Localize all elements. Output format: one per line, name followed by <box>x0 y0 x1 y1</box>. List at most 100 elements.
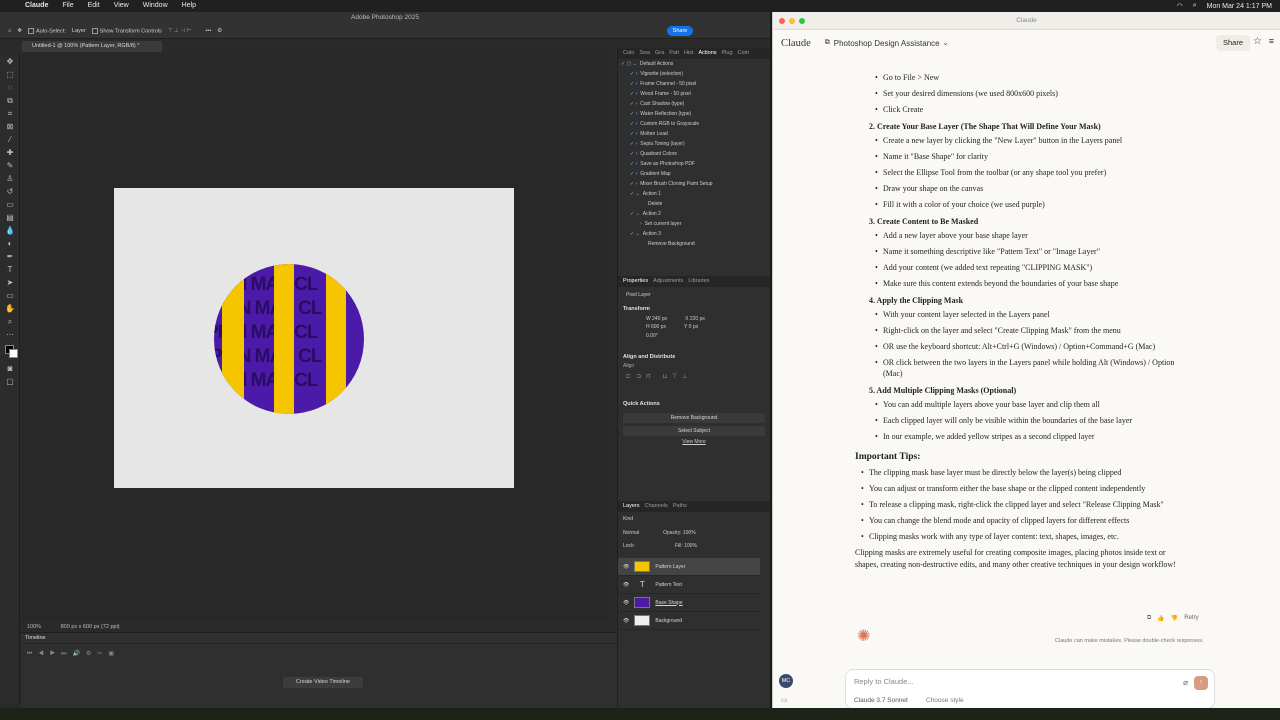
action-item[interactable]: ✓ ⌄ Action 2 <box>618 209 770 219</box>
ps-share-button[interactable]: Share <box>667 26 693 36</box>
project-title[interactable]: Photoshop Design Assistance <box>834 39 940 48</box>
menu-file[interactable]: File <box>55 0 80 12</box>
tab-adjustments[interactable]: Adjustments <box>653 276 683 287</box>
tab-libraries[interactable]: Libraries <box>688 276 709 287</box>
brush-icon[interactable]: ✎ <box>4 161 16 171</box>
layer-row-base-shape[interactable]: 👁 Base Shape <box>618 594 760 612</box>
menu-app-name[interactable]: Claude <box>18 0 55 12</box>
eye-icon[interactable]: 👁 <box>623 564 629 570</box>
align-icons[interactable]: ⊏⊐⊓ ⊔⊤⊥ <box>618 369 770 384</box>
eye-icon[interactable]: 👁 <box>623 582 629 588</box>
settings-icon[interactable]: ⚙ <box>217 28 222 34</box>
tab-paths[interactable]: Paths <box>673 501 687 512</box>
dodge-icon[interactable]: ◐ <box>4 239 16 249</box>
layer-row-background[interactable]: 👁 Background <box>618 612 760 630</box>
home-icon[interactable]: ⌂ <box>8 28 11 34</box>
action-item[interactable]: ✓ ▢ ⌄ Default Actions <box>618 59 770 69</box>
tab-layers[interactable]: Layers <box>623 501 640 512</box>
select-subject-button[interactable]: Select Subject <box>623 426 765 436</box>
search-icon[interactable]: ⌕ <box>1193 2 1197 10</box>
action-item[interactable]: ✓ › Quadrant Colors <box>618 149 770 159</box>
action-item[interactable]: Delete <box>618 199 770 209</box>
tab-properties[interactable]: Properties <box>623 276 648 287</box>
tab-plugins[interactable]: Plug <box>722 48 733 59</box>
action-item[interactable]: ✓ ⌄ Action 3 <box>618 229 770 239</box>
shape-icon[interactable]: ▭ <box>4 291 16 301</box>
transform-section[interactable]: Transform <box>618 303 770 315</box>
more-icon[interactable]: ••• <box>205 28 211 34</box>
object-select-icon[interactable]: ⧉ <box>4 96 16 106</box>
retry-button[interactable]: Retry <box>1184 615 1198 622</box>
timeline-controls[interactable]: ⏮◀▶⏭🔊⚙✂▣ <box>21 644 617 664</box>
tab-comments[interactable]: Com <box>738 48 750 59</box>
eye-icon[interactable]: 👁 <box>623 600 629 606</box>
tab-actions[interactable]: Actions <box>698 48 716 59</box>
action-item[interactable]: ✓ ⌄ Action 1 <box>618 189 770 199</box>
style-selector[interactable]: Choose style <box>926 697 964 704</box>
sidebar-toggle-icon[interactable]: ▭ <box>781 696 788 704</box>
attach-icon[interactable]: ⌀ <box>1183 678 1188 687</box>
document-tab[interactable]: Untitled-1 @ 100% (Pattern Layer, RGB/8)… <box>22 41 162 52</box>
y-field[interactable]: Y 0 px <box>684 324 698 330</box>
action-item[interactable]: ✓ › Cast Shadow (type) <box>618 99 770 109</box>
create-video-timeline-button[interactable]: Create Video Timeline <box>283 677 363 688</box>
thumbs-up-icon[interactable]: 👍 <box>1157 615 1164 622</box>
zoom-icon[interactable]: ⌕ <box>4 317 16 327</box>
minimize-button[interactable] <box>789 18 795 24</box>
action-item[interactable]: ✓ › Save as Photoshop PDF <box>618 159 770 169</box>
view-more-link[interactable]: View More <box>618 439 770 445</box>
chevron-down-icon[interactable]: ⌄ <box>943 39 949 47</box>
tab-channels[interactable]: Channels <box>645 501 668 512</box>
wifi-icon[interactable]: ◠ <box>1177 2 1183 10</box>
marquee-icon[interactable]: ⬚ <box>4 70 16 80</box>
history-brush-icon[interactable]: ↺ <box>4 187 16 197</box>
thumbs-down-icon[interactable]: 👎 <box>1171 615 1178 622</box>
crop-icon[interactable]: ⌗ <box>4 109 16 119</box>
tab-gradients[interactable]: Gra <box>655 48 664 59</box>
menu-view[interactable]: View <box>107 0 136 12</box>
action-item[interactable]: ✓ › Gradient Map <box>618 169 770 179</box>
frame-icon[interactable]: ⊠ <box>4 122 16 132</box>
lasso-icon[interactable]: ◌ <box>4 83 16 93</box>
doc-size[interactable]: 800 px x 600 px (72 ppi) <box>61 624 120 630</box>
pen-icon[interactable]: ✒ <box>4 252 16 262</box>
hand-icon[interactable]: ✋ <box>4 304 16 314</box>
zoom-level[interactable]: 100% <box>27 624 41 630</box>
path-select-icon[interactable]: ➤ <box>4 278 16 288</box>
reply-box[interactable]: Reply to Claude... ⌀ ↑ Claude 3.7 Sonnet… <box>845 669 1215 709</box>
action-item[interactable]: ✓ › Custom RGB to Grayscale <box>618 119 770 129</box>
height-field[interactable]: H 600 px <box>646 324 666 330</box>
more-tools-icon[interactable]: ⋯ <box>4 330 16 340</box>
action-item[interactable]: ✓ › Vignette (selection) <box>618 69 770 79</box>
blur-icon[interactable]: 💧 <box>4 226 16 236</box>
eyedropper-icon[interactable]: ⁄ <box>4 135 16 145</box>
action-item[interactable]: Remove Background <box>618 239 770 249</box>
copy-icon[interactable]: ⧉ <box>1147 615 1151 622</box>
menu-edit[interactable]: Edit <box>81 0 107 12</box>
action-item[interactable]: › Set current layer <box>618 219 770 229</box>
tab-swatches[interactable]: Swa <box>639 48 650 59</box>
tab-color[interactable]: Colo <box>623 48 634 59</box>
tab-history[interactable]: Hist <box>684 48 693 59</box>
type-icon[interactable]: T <box>4 265 16 275</box>
healing-icon[interactable]: ✚ <box>4 148 16 158</box>
canvas[interactable]: PPIN MAS CL PPIN MAS CL PPIN MAS CL PPIN… <box>114 188 514 488</box>
zoom-button[interactable] <box>799 18 805 24</box>
transform-controls-checkbox[interactable]: Show Transform Controls <box>91 27 162 34</box>
share-button[interactable]: Share <box>1215 35 1250 51</box>
action-item[interactable]: ✓ › Wood Frame - 50 pixel <box>618 89 770 99</box>
model-selector[interactable]: Claude 3.7 Sonnet <box>854 697 908 704</box>
action-item[interactable]: ✓ › Sepia Toning (layer) <box>618 139 770 149</box>
move-tool-icon[interactable]: ✥ <box>17 28 22 34</box>
remove-background-button[interactable]: Remove Background <box>623 413 765 423</box>
action-item[interactable]: ✓ › Frame Channel - 50 pixel <box>618 79 770 89</box>
eye-icon[interactable]: 👁 <box>623 618 629 624</box>
layer-row-pattern-text[interactable]: 👁 T Pattern Text <box>618 576 760 594</box>
settings-sliders-icon[interactable]: ≡ <box>1269 36 1274 46</box>
align-section[interactable]: Align and Distribute <box>618 351 770 363</box>
screen-mode-icon[interactable]: ▢ <box>4 377 16 387</box>
color-swatches[interactable] <box>3 343 18 361</box>
eraser-icon[interactable]: ▭ <box>4 200 16 210</box>
x-field[interactable]: X 220 px <box>685 316 705 322</box>
close-button[interactable] <box>779 18 785 24</box>
